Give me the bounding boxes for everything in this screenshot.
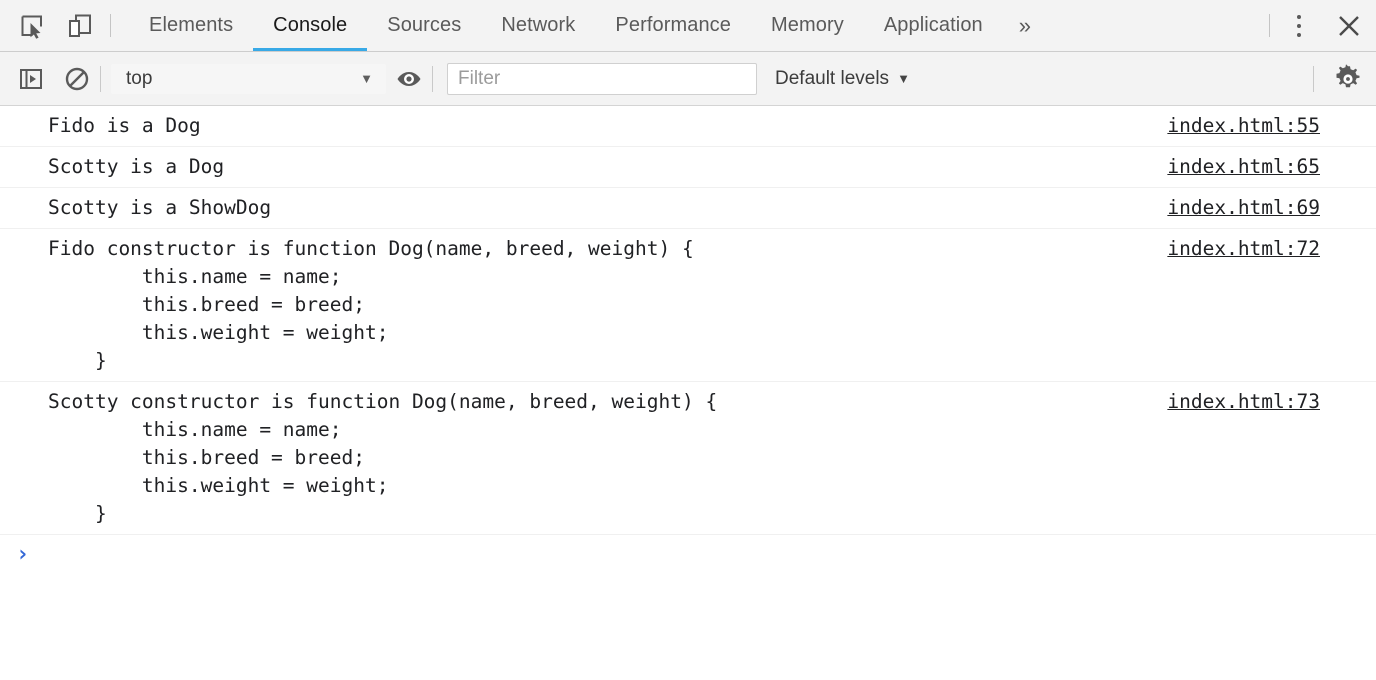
tab-application[interactable]: Application <box>864 0 1003 51</box>
tab-network-label: Network <box>501 14 575 37</box>
tab-console[interactable]: Console <box>253 0 367 51</box>
console-toolbar: top ▼ Default levels ▼ <box>0 52 1376 106</box>
device-toolbar-icon[interactable] <box>56 0 104 51</box>
console-message-row[interactable]: Fido is a Dog index.html:55 <box>0 106 1376 147</box>
console-message-row[interactable]: Fido constructor is function Dog(name, b… <box>0 229 1376 382</box>
console-message-source-link[interactable]: index.html:72 <box>1167 235 1320 263</box>
tabbar-divider <box>110 14 111 37</box>
toolbar-divider <box>432 66 433 92</box>
console-filter-input[interactable] <box>447 63 757 95</box>
console-message-source-link[interactable]: index.html:65 <box>1167 153 1320 181</box>
console-message-text: Scotty is a ShowDog <box>48 194 1153 222</box>
console-message-source-link[interactable]: index.html:73 <box>1167 388 1320 416</box>
clear-console-icon-svg <box>64 66 90 92</box>
tabbar-actions <box>1263 0 1376 51</box>
kebab-dot <box>1297 24 1301 28</box>
console-message-text: Fido is a Dog <box>48 112 1153 140</box>
live-expression-eye-icon[interactable] <box>386 52 432 106</box>
settings-gear-icon[interactable] <box>1320 52 1376 106</box>
console-message-source-link[interactable]: index.html:55 <box>1167 112 1320 140</box>
console-message-text: Fido constructor is function Dog(name, b… <box>48 235 1153 375</box>
devtools-tabbar: Elements Console Sources Network Perform… <box>0 0 1376 52</box>
tab-console-label: Console <box>273 14 347 37</box>
inspect-cursor-icon-svg <box>19 13 45 39</box>
devtools-window: Elements Console Sources Network Perform… <box>0 0 1376 680</box>
tab-elements[interactable]: Elements <box>129 0 253 51</box>
chevron-down-icon: ▼ <box>360 72 373 85</box>
execution-context-value: top <box>126 68 152 90</box>
console-message-row[interactable]: Scotty is a Dog index.html:65 <box>0 147 1376 188</box>
toolbar-divider <box>1313 66 1314 92</box>
console-sidebar-toggle-icon[interactable] <box>8 52 54 106</box>
clear-console-icon[interactable] <box>54 52 100 106</box>
console-prompt-row[interactable]: › <box>0 535 1376 575</box>
console-message-text: Scotty is a Dog <box>48 153 1153 181</box>
console-message-text: Scotty constructor is function Dog(name,… <box>48 388 1153 528</box>
console-prompt-input[interactable] <box>41 543 1356 567</box>
tab-network[interactable]: Network <box>481 0 595 51</box>
console-sidebar-toggle-icon-svg <box>18 66 44 92</box>
more-tabs-label: » <box>1019 13 1031 39</box>
console-message-row[interactable]: Scotty is a ShowDog index.html:69 <box>0 188 1376 229</box>
toolbar-divider <box>100 66 101 92</box>
tab-application-label: Application <box>884 14 983 37</box>
console-message-area[interactable]: Fido is a Dog index.html:55 Scotty is a … <box>0 106 1376 680</box>
log-level-label: Default levels <box>775 68 889 90</box>
console-toolbar-right <box>1313 52 1376 106</box>
kebab-dot <box>1297 33 1301 37</box>
settings-gear-icon-svg <box>1333 64 1363 94</box>
tab-performance[interactable]: Performance <box>595 0 751 51</box>
kebab-dot <box>1297 15 1301 19</box>
live-expression-eye-icon-svg <box>395 66 423 92</box>
chevron-down-icon: ▼ <box>897 71 910 86</box>
tab-performance-label: Performance <box>615 14 731 37</box>
console-message-source-link[interactable]: index.html:69 <box>1167 194 1320 222</box>
tabbar-actions-divider <box>1269 14 1270 37</box>
tab-sources[interactable]: Sources <box>367 0 481 51</box>
execution-context-selector[interactable]: top ▼ <box>111 64 386 94</box>
device-toolbar-icon-svg <box>67 13 93 39</box>
tab-sources-label: Sources <box>387 14 461 37</box>
more-options-icon[interactable] <box>1276 0 1322 51</box>
more-tabs-chevron-icon[interactable]: » <box>1003 0 1047 51</box>
close-icon-svg <box>1335 12 1363 40</box>
tab-memory[interactable]: Memory <box>751 0 864 51</box>
inspect-cursor-icon[interactable] <box>8 0 56 51</box>
log-level-selector[interactable]: Default levels ▼ <box>775 68 910 90</box>
close-icon[interactable] <box>1322 0 1376 51</box>
console-message-row[interactable]: Scotty constructor is function Dog(name,… <box>0 382 1376 535</box>
tab-memory-label: Memory <box>771 14 844 37</box>
devtools-tablist: Elements Console Sources Network Perform… <box>129 0 1263 51</box>
tab-elements-label: Elements <box>149 14 233 37</box>
prompt-chevron-icon: › <box>16 543 29 567</box>
